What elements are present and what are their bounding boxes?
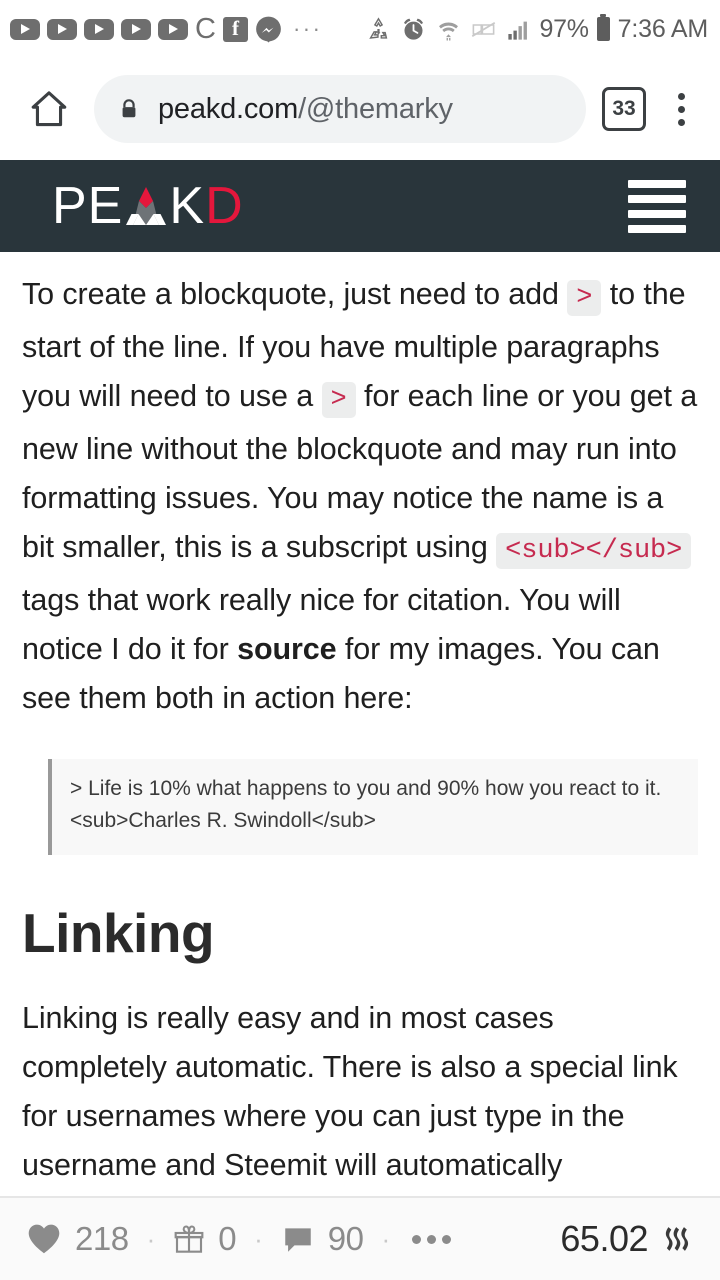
comments-count: 90 [327, 1220, 364, 1257]
post-action-bar: 218 · 0 · 90 · 65.02 [0, 1196, 720, 1280]
code-example-blockquote: > Life is 10% what happens to you and 90… [48, 759, 698, 855]
youtube-icon [10, 18, 40, 40]
hamburger-bar [628, 179, 686, 188]
url-text: peakd.com/@themarky [158, 93, 453, 126]
hamburger-bar [628, 194, 686, 203]
wifi-icon [438, 22, 458, 41]
hamburger-menu-icon[interactable] [628, 179, 686, 233]
peakd-logo[interactable]: PE K D [52, 178, 244, 234]
youtube-icon [47, 18, 77, 40]
alarm-clock-icon [403, 18, 423, 40]
inline-code-gt-1: > [567, 280, 602, 316]
youtube-icon [158, 18, 188, 40]
logo-text-d: D [205, 177, 244, 235]
kebab-dot-icon [677, 105, 685, 113]
home-button[interactable] [22, 82, 76, 136]
kebab-dot-icon [677, 118, 685, 126]
paragraph-linking: Linking is really easy and in most cases… [22, 1000, 678, 1182]
battery-icon [596, 14, 610, 41]
payout-amount: 65.02 [560, 1218, 648, 1259]
site-header: PE K D [0, 160, 720, 252]
paragraph-blockquote-explanation: To create a blockquote, just need to add… [22, 270, 698, 723]
url-bar[interactable]: peakd.com/@themarky [94, 75, 586, 143]
post-stats-group: 218 · 0 · 90 · [26, 1220, 455, 1258]
comments-button[interactable]: 90 [281, 1220, 364, 1258]
stat-separator: · [146, 1224, 156, 1254]
more-options-button[interactable] [408, 1234, 455, 1244]
more-dot-icon [427, 1234, 437, 1244]
url-path: /@themarky [298, 92, 453, 125]
more-dot-icon [442, 1234, 452, 1244]
kebab-dot-icon [677, 92, 685, 100]
peakd-logo-a-mountain-icon [126, 187, 167, 225]
home-icon [31, 91, 67, 127]
tab-switcher-button[interactable]: 33 [602, 87, 646, 131]
comment-bubble-icon [285, 1228, 311, 1252]
phone-screen: C ··· [0, 0, 720, 1280]
more-dot-icon [412, 1234, 422, 1244]
recycle-icon [368, 16, 387, 39]
messenger-icon [256, 16, 281, 42]
url-domain: peakd.com [158, 92, 299, 125]
section-heading-linking: Linking [22, 902, 215, 964]
bold-text-source: source [237, 632, 337, 666]
status-notification-icons: C ··· [10, 12, 326, 45]
status-system-icons: 97% 7:36 AM [365, 14, 709, 44]
stat-separator: · [254, 1224, 263, 1254]
gifts-button[interactable]: 0 [173, 1220, 237, 1258]
lock-icon [122, 99, 136, 118]
logo-text-pe: PE [52, 177, 124, 235]
clock-label: 7:36 AM [617, 14, 709, 43]
inline-code-sub-tag: <sub></sub> [496, 533, 692, 569]
browser-menu-button[interactable] [658, 82, 704, 136]
blockquote-line-2: <sub>Charles R. Swindoll</sub> [70, 809, 376, 832]
battery-percent-label: 97% [539, 14, 589, 43]
browser-toolbar: peakd.com/@themarky 33 [0, 58, 720, 160]
tab-count-label: 33 [612, 97, 636, 120]
stat-separator: · [381, 1224, 391, 1254]
inline-code-gt-2: > [321, 382, 356, 418]
hamburger-bar [628, 224, 686, 233]
likes-count: 218 [75, 1220, 129, 1257]
youtube-icon [84, 18, 114, 40]
more-notifications-icon: ··· [292, 16, 323, 42]
gift-icon [174, 1225, 204, 1253]
chrome-icon: C [195, 12, 216, 45]
android-status-bar: C ··· [0, 0, 720, 58]
gifts-count: 0 [218, 1220, 237, 1257]
youtube-icon [121, 18, 151, 40]
payout-value-group[interactable]: 65.02 [560, 1218, 696, 1260]
signal-bars-icon [507, 21, 527, 40]
facebook-icon [222, 16, 248, 42]
likes-button[interactable]: 218 [26, 1220, 129, 1258]
nfc-off-icon [471, 21, 495, 37]
post-content: To create a blockquote, just need to add… [0, 252, 720, 1196]
blockquote-line-1: > Life is 10% what happens to you and 90… [70, 777, 662, 800]
paragraph-text-part: To create a blockquote, just need to add [22, 277, 568, 311]
hamburger-bar [628, 209, 686, 218]
logo-text-k: K [169, 177, 206, 235]
steem-logo-icon [665, 1227, 689, 1251]
heart-icon [28, 1224, 60, 1254]
